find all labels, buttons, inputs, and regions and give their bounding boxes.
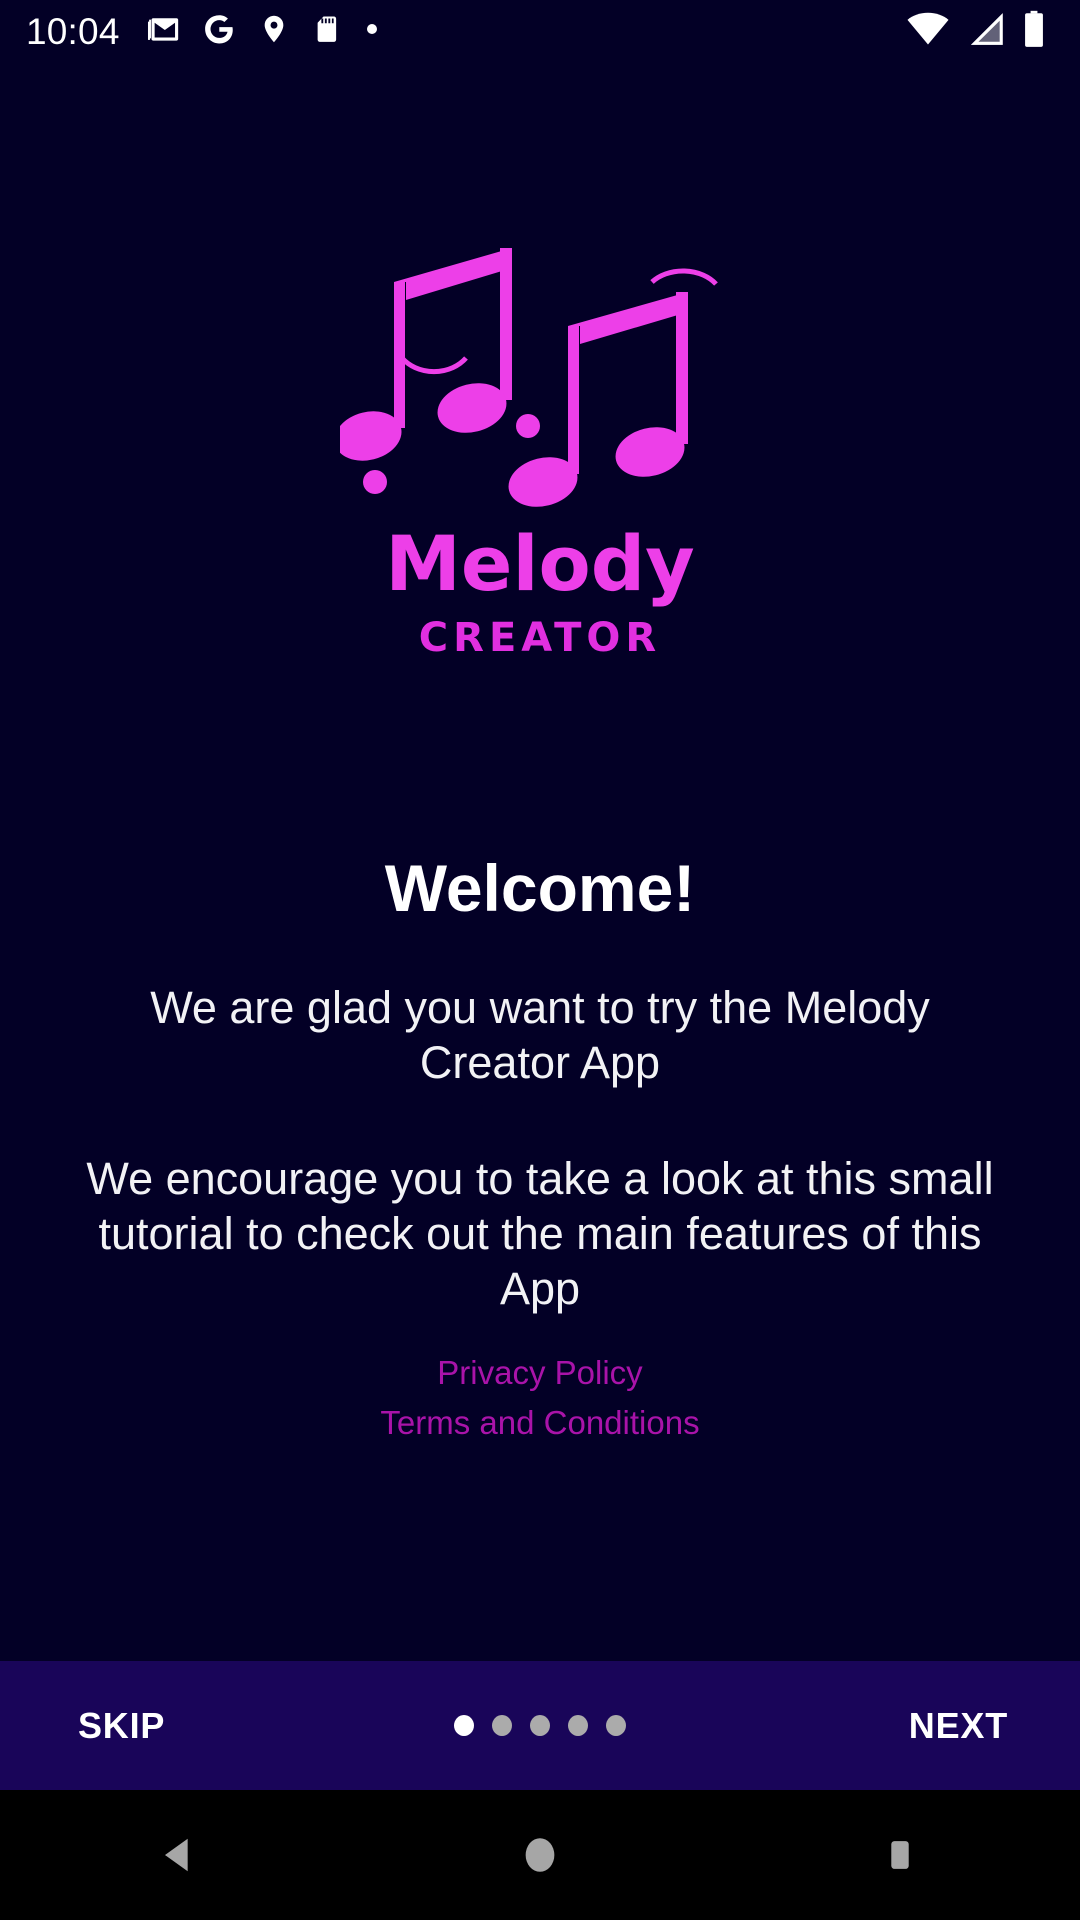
privacy-policy-link[interactable]: Privacy Policy [0,1348,1080,1398]
recents-square-icon [891,1841,909,1869]
wifi-icon [906,11,950,52]
nav-back-button[interactable] [80,1790,280,1920]
page-dot-3[interactable] [530,1715,550,1736]
nav-recents-button[interactable] [800,1790,1000,1920]
cellular-signal-icon [966,11,1006,52]
status-bar: 10:04 [0,0,1080,62]
google-icon [202,12,236,51]
logo-subwordmark: CREATOR [418,615,662,661]
android-system-navigation-bar [0,1790,1080,1920]
location-pin-icon [258,12,290,51]
onboarding-bottom-bar: SKIP NEXT [0,1661,1080,1790]
status-bar-system-icons [906,10,1046,53]
page-title: Welcome! [384,851,696,925]
back-triangle-icon [165,1838,188,1872]
music-notes-logo-icon [340,248,718,507]
intro-paragraph-2: We encourage you to take a look at this … [86,1153,994,1314]
status-bar-clock: 10:04 [26,10,120,52]
home-circle-icon [525,1838,555,1872]
skip-button[interactable]: SKIP [78,1705,165,1747]
page-dot-1[interactable] [454,1715,474,1736]
gmail-icon [146,12,180,51]
sd-card-icon [312,12,342,51]
page-dot-4[interactable] [568,1715,588,1736]
legal-links: Privacy Policy Terms and Conditions [0,1348,1080,1448]
intro-paragraph-1: We are glad you want to try the Melody C… [150,982,930,1088]
logo-wordmark: Melody [385,519,695,608]
app-screen: 10:04 Melody CREATOR Welcome! We are gla… [0,0,1080,1920]
terms-and-conditions-link[interactable]: Terms and Conditions [0,1398,1080,1448]
nav-home-button[interactable] [440,1790,640,1920]
notification-dot-icon [364,21,380,42]
next-button[interactable]: NEXT [909,1705,1008,1747]
status-bar-notification-icons [146,12,380,51]
app-logo: Melody CREATOR [0,230,1080,658]
page-dot-5[interactable] [606,1715,626,1736]
page-dot-2[interactable] [492,1715,512,1736]
battery-icon [1022,10,1046,53]
